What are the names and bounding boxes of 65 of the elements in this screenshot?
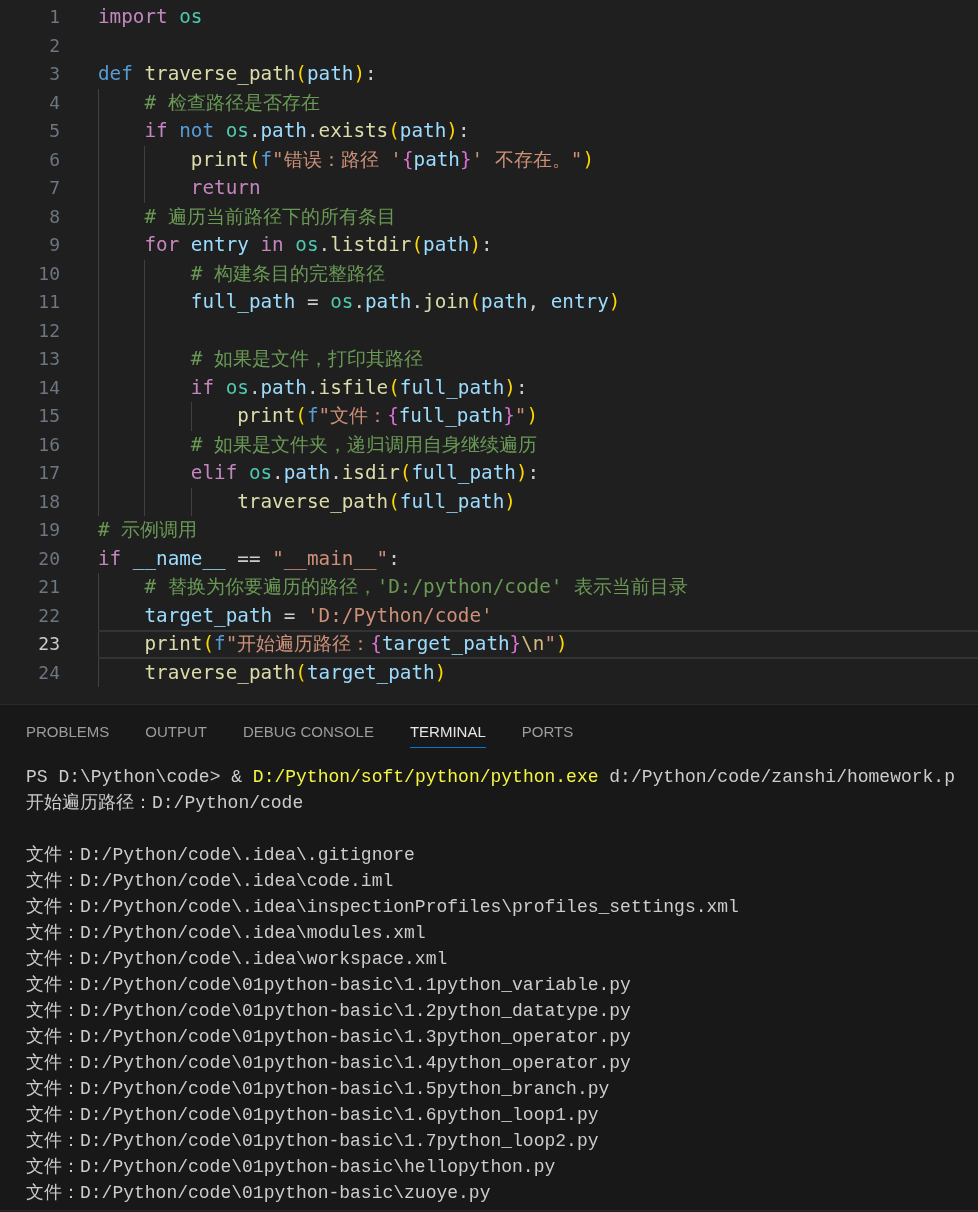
code-line: elif os.path.isdir(full_path):: [98, 459, 978, 488]
code-line: full_path = os.path.join(path, entry): [98, 288, 978, 317]
code-line: if os.path.isfile(full_path):: [98, 373, 978, 402]
terminal-line: 文件：D:/Python/code\01python-basic\1.5python_branch.py: [26, 1078, 611, 1101]
line-number: 2: [48, 33, 60, 58]
line-number: 14: [37, 375, 60, 400]
code-line: # 如果是文件夹，递归调用自身继续遍历: [98, 430, 978, 459]
code-line: # 检查路径是否存在: [98, 88, 978, 117]
code-line: # 示例调用: [98, 517, 199, 543]
code-line: if not os.path.exists(path):: [98, 117, 978, 146]
terminal-line: 文件：D:/Python/code\.idea\.gitignore: [26, 844, 416, 867]
terminal-line: 文件：D:/Python/code\01python-basic\1.7python_loop2.py: [26, 1130, 600, 1153]
code-line: import os: [98, 4, 204, 30]
terminal-line: 文件：D:/Python/code\.idea\workspace.xml: [26, 948, 449, 971]
line-number: 22: [37, 603, 60, 628]
code-line: # 如果是文件，打印其路径: [98, 345, 978, 374]
terminal-line: 文件：D:/Python/code\.idea\code.iml: [26, 870, 395, 893]
terminal-line: 文件：D:/Python/code\01python-basic\hellopython.py: [26, 1156, 557, 1179]
code-line: if __name__ == "__main__":: [98, 545, 401, 572]
line-number: 1: [48, 5, 60, 29]
terminal-line: PS D:\Python\code> & D:/Python/soft/python/python.exe d:/Python/code/zanshi/homework.p: [26, 766, 956, 789]
panel-tab[interactable]: PROBLEMS: [26, 719, 110, 748]
terminal-line: 文件：D:/Python/code\.idea\modules.xml: [26, 922, 427, 945]
code-line: def traverse_path(path):: [98, 61, 378, 87]
terminal-line: 文件：D:/Python/code\01python-basic\1.1python_variable.py: [26, 974, 632, 997]
line-number: 11: [37, 290, 60, 314]
line-number: 4: [48, 90, 60, 115]
code-line: # 遍历当前路径下的所有条目: [98, 202, 978, 231]
line-number: 19: [37, 518, 60, 542]
code-line: for entry in os.listdir(path):: [98, 231, 978, 260]
line-number: 16: [37, 432, 60, 457]
line-number: 10: [37, 261, 60, 286]
terminal-line: 文件：D:/Python/code\01python-basic\1.3python_operator.py: [26, 1026, 632, 1049]
line-number: 12: [37, 318, 60, 343]
line-number: 24: [37, 660, 60, 685]
line-number: 8: [48, 204, 60, 229]
terminal-line: 文件：D:/Python/code\.idea\inspectionProfiles\profiles_settings.xml: [26, 896, 740, 919]
line-number: 7: [48, 176, 60, 200]
line-number: 9: [48, 233, 60, 257]
line-number: 13: [37, 347, 60, 371]
line-number: 3: [48, 62, 60, 86]
line-number: 6: [48, 147, 60, 172]
code-line: traverse_path(target_path): [98, 658, 978, 687]
panel-tab[interactable]: TERMINAL: [409, 719, 486, 748]
terminal-line: 文件：D:/Python/code\01python-basic\zuoye.py: [26, 1182, 492, 1205]
code-line: traverse_path(full_path): [98, 487, 978, 516]
line-number: 5: [48, 119, 60, 143]
panel-tab[interactable]: DEBUG CONSOLE: [243, 719, 374, 748]
terminal-line: 文件：D:/Python/code\01python-basic\1.6python_loop1.py: [26, 1104, 600, 1127]
line-number: 21: [37, 575, 60, 599]
terminal-line: 开始遍历路径：D:/Python/code: [26, 792, 305, 815]
line-number: 23: [37, 632, 60, 656]
code-line: # 构建条目的完整路径: [98, 259, 978, 288]
line-number: 20: [37, 546, 60, 571]
code-line: # 替换为你要遍历的路径，'D:/python/code' 表示当前目录: [98, 573, 978, 602]
terminal-line: 文件：D:/Python/code\01python-basic\1.2python_datatype.py: [26, 1000, 632, 1023]
line-number: 17: [37, 461, 60, 485]
panel-tab[interactable]: OUTPUT: [145, 719, 208, 748]
panel-tab[interactable]: PORTS: [521, 719, 574, 748]
code-line: print(f"错误：路径 '{path}' 不存在。"): [98, 145, 978, 174]
line-number: 18: [37, 489, 60, 514]
line-number: 15: [37, 404, 60, 428]
code-line: return: [98, 174, 978, 203]
terminal-line: 文件：D:/Python/code\01python-basic\1.4python_operator.py: [26, 1052, 632, 1075]
code-line: print(f"文件：{full_path}"): [98, 402, 978, 431]
